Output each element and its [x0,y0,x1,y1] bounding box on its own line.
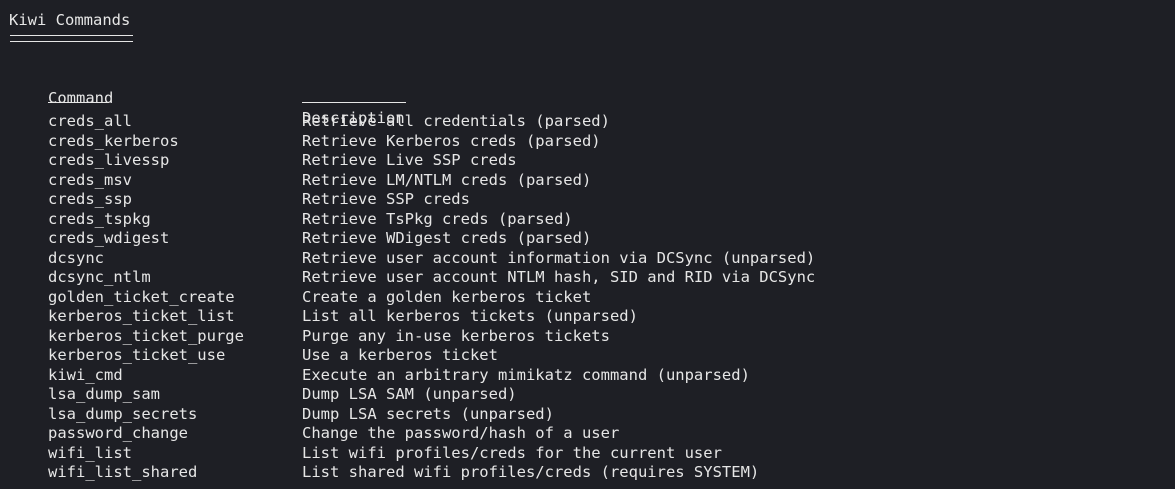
table-row: dcsync_ntlm Retrieve user account NTLM ha… [48,268,815,288]
command-name: password_change [48,424,188,442]
command-description: List all kerberos tickets (unparsed) [302,307,638,325]
command-name: creds_kerberos [48,131,179,150]
terminal-output[interactable]: Kiwi Commands Command Description creds_… [0,0,1175,489]
table-row: creds_msv Retrieve LM/NTLM creds (parsed) [48,171,591,191]
table-row: password_change Change the password/hash … [48,424,619,444]
command-header-underline [48,102,109,103]
table-row: creds_tspkg Retrieve TsPkg creds (parsed) [48,210,573,230]
command-name: kerberos_ticket_list [48,307,235,325]
table-row: golden_ticket_create Create a golden kerb… [48,288,591,308]
description-header-underline [302,102,406,103]
command-description: Execute an arbitrary mimikatz command (u… [302,365,750,384]
command-description: Retrieve TsPkg creds (parsed) [302,209,573,228]
command-description: Retrieve Kerberos creds (parsed) [302,131,601,150]
table-row: dcsync Retrieve user account information … [48,248,815,269]
command-description: Retrieve WDigest creds (parsed) [302,229,592,247]
command-name: creds_msv [48,170,132,189]
command-description: List wifi profiles/creds for the current… [302,443,722,462]
command-name: creds_all [48,112,132,130]
command-description: Retrieve SSP creds [302,190,470,208]
command-list: creds_all Retrieve all credentials (parse… [48,112,815,483]
command-name: kerberos_ticket_purge [48,326,244,345]
title-underline [10,35,133,42]
command-name: wifi_list_shared [48,463,198,481]
table-row: lsa_dump_secrets Dump LSA secrets (unpars… [48,405,554,425]
command-description: Dump LSA secrets (unparsed) [302,404,554,423]
table-row: creds_wdigest Retrieve WDigest creds (par… [48,229,591,249]
command-name: kiwi_cmd [48,365,123,384]
command-description: Retrieve all credentials (parsed) [302,112,610,130]
command-name: lsa_dump_sam [48,385,160,403]
command-name: creds_ssp [48,190,132,208]
command-description: Use a kerberos ticket [302,346,498,364]
table-row: creds_livessp Retrieve Live SSP creds [48,151,517,171]
command-name: wifi_list [48,443,132,462]
table-row: creds_all Retrieve all credentials (parse… [48,112,610,132]
table-row: wifi_list List wifi profiles/creds for th… [48,444,722,464]
command-description: Purge any in-use kerberos tickets [302,326,610,345]
command-description: Retrieve LM/NTLM creds (parsed) [302,170,592,189]
command-name: dcsync [48,248,104,267]
command-name: kerberos_ticket_use [48,346,226,364]
section-title: Kiwi Commands [9,11,131,29]
command-name: creds_tspkg [48,209,151,228]
table-row: kerberos_ticket_purge Purge any in-use ke… [48,327,610,347]
command-name: creds_livessp [48,151,170,169]
command-description: List shared wifi profiles/creds (require… [302,463,760,481]
header-underline [48,88,406,112]
table-header: Command Description [48,68,405,127]
table-row: kerberos_ticket_list List all kerberos ti… [48,307,638,327]
command-description: Dump LSA SAM (unparsed) [302,385,517,403]
command-description: Retrieve Live SSP creds [302,151,517,169]
command-name: creds_wdigest [48,229,170,247]
command-description: Create a golden kerberos ticket [302,287,592,306]
table-row: creds_ssp Retrieve SSP creds [48,190,470,210]
commands-table: Command Description creds_all Retrieve al… [48,68,815,483]
command-description: Change the password/hash of a user [302,424,620,442]
table-row: kerberos_ticket_use Use a kerberos ticket [48,346,498,366]
command-description: Retrieve user account NTLM hash, SID and… [302,268,816,286]
table-row: creds_kerberos Retrieve Kerberos creds (p… [48,132,601,152]
table-row: kiwi_cmd Execute an arbitrary mimikatz co… [48,366,750,386]
table-row: wifi_list_shared List shared wifi profile… [48,463,759,483]
command-description: Retrieve user account information via DC… [302,248,816,267]
table-row: lsa_dump_sam Dump LSA SAM (unparsed) [48,385,517,405]
command-name: dcsync_ntlm [48,268,151,286]
command-name: lsa_dump_secrets [48,404,198,423]
command-name: golden_ticket_create [48,287,235,306]
